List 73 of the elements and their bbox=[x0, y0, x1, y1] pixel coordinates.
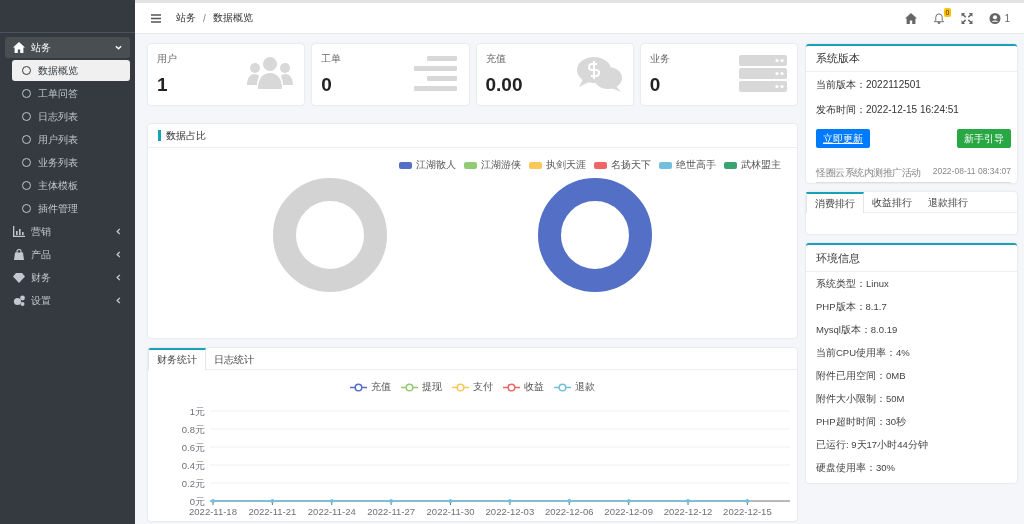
axis-tick-label: 2022-11-27 bbox=[367, 506, 416, 517]
axis-tick-label: 0.2元 bbox=[181, 477, 205, 489]
stat-label: 用户 bbox=[157, 52, 178, 66]
tab[interactable]: 收益排行 bbox=[864, 192, 920, 212]
tab[interactable]: 退款排行 bbox=[920, 192, 976, 212]
stat-label: 充值 bbox=[485, 52, 507, 66]
axis-tick-label: 2022-12-15 bbox=[723, 506, 772, 517]
axis-tick-label: 2022-12-12 bbox=[663, 506, 713, 517]
stat-value: 0.00 bbox=[485, 74, 523, 96]
submenu-item[interactable]: 数据概览 bbox=[12, 60, 130, 81]
legend-label[interactable]: 江湖散人 bbox=[416, 158, 456, 172]
axis-tick-label: 1元 bbox=[189, 405, 205, 417]
info-line: 系统类型：Linux bbox=[816, 278, 890, 291]
legend-label[interactable]: 充值 bbox=[371, 380, 391, 394]
submenu-item[interactable]: 日志列表 bbox=[12, 106, 130, 127]
submenu-item[interactable]: 业务列表 bbox=[12, 152, 130, 173]
legend-label[interactable]: 执剑天涯 bbox=[546, 158, 586, 172]
menu-item[interactable]: 营销 bbox=[5, 221, 130, 242]
notice-time: 2022-08-11 08:34:07 bbox=[932, 166, 1011, 178]
info-line: 当前CPU使用率：4% bbox=[816, 347, 911, 360]
legend-label[interactable]: 名扬天下 bbox=[611, 158, 651, 172]
axis-tick-label: 0.8元 bbox=[181, 423, 205, 435]
info-line: Mysql版本：8.0.19 bbox=[816, 324, 899, 337]
axis-tick-label: 2022-12-03 bbox=[485, 506, 535, 517]
legend-label[interactable]: 武林盟主 bbox=[741, 158, 781, 172]
axis-tick-label: 2022-11-30 bbox=[426, 506, 475, 517]
axis-tick-label: 2022-11-21 bbox=[248, 506, 297, 517]
notice-link[interactable]: 怪圈云系统内测推广活动 bbox=[816, 166, 921, 180]
menu-item[interactable]: 财务 bbox=[5, 267, 130, 288]
stat-value: 0 bbox=[321, 74, 332, 96]
axis-tick-label: 2022-12-06 bbox=[544, 506, 594, 517]
submenu-item[interactable]: 用户列表 bbox=[12, 129, 130, 150]
legend-label[interactable]: 绝世高手 bbox=[676, 158, 716, 172]
card-title: 数据占比 bbox=[166, 128, 206, 143]
stat-value: 0 bbox=[649, 74, 661, 96]
submenu-item[interactable]: 主体模板 bbox=[12, 175, 130, 196]
legend-label[interactable]: 支付 bbox=[473, 380, 493, 394]
info-line: 附件已用空间：0MB bbox=[816, 370, 907, 383]
card-title: 环境信息 bbox=[816, 250, 860, 266]
legend-label[interactable]: 江湖游侠 bbox=[481, 158, 521, 172]
axis-tick-label: 0.6元 bbox=[181, 441, 205, 453]
submenu-item[interactable]: 插件管理 bbox=[12, 198, 130, 219]
tab[interactable]: 财务统计 bbox=[148, 348, 206, 370]
info-line: 已运行: 9天17小时44分钟 bbox=[816, 439, 929, 452]
legend-label[interactable]: 提现 bbox=[422, 380, 442, 394]
card-title: 系统版本 bbox=[816, 51, 860, 66]
tab[interactable]: 消费排行 bbox=[806, 192, 864, 213]
stat-label: 工单 bbox=[321, 52, 343, 66]
axis-tick-label: 2022-12-09 bbox=[604, 506, 653, 517]
info-line: 附件大小限制：50M bbox=[816, 393, 906, 406]
breadcrumb-item: 数据概览 bbox=[212, 11, 253, 25]
stat-value: 1 bbox=[157, 74, 168, 96]
menu-item[interactable]: 产品 bbox=[5, 244, 130, 265]
info-line: PHP超时时间：30秒 bbox=[816, 416, 908, 429]
info-line: 当前版本：2022112501 bbox=[816, 78, 922, 92]
axis-tick-label: 0元 bbox=[189, 495, 205, 507]
info-line: 硬盘使用率：30% bbox=[816, 462, 896, 475]
breadcrumb-separator: / bbox=[203, 12, 206, 24]
submenu-item[interactable]: 工单问答 bbox=[12, 83, 130, 104]
tab[interactable]: 日志统计 bbox=[206, 348, 262, 369]
legend-label[interactable]: 退款 bbox=[575, 380, 595, 394]
breadcrumb-item[interactable]: 站务 bbox=[176, 11, 196, 25]
legend-label[interactable]: 收益 bbox=[524, 380, 544, 394]
info-line: 发布时间：2022-12-15 16:24:51 bbox=[816, 103, 960, 117]
update-button[interactable]: 立即更新 bbox=[816, 129, 870, 148]
user-name[interactable]: 1 bbox=[1004, 12, 1010, 24]
axis-tick-label: 2022-11-18 bbox=[189, 506, 237, 517]
info-line: PHP版本：8.1.7 bbox=[816, 301, 888, 314]
stat-label: 业务 bbox=[649, 52, 671, 66]
menu-item[interactable]: 站务 bbox=[5, 37, 130, 58]
menu-item[interactable]: 设置 bbox=[5, 290, 130, 311]
axis-tick-label: 2022-11-24 bbox=[307, 506, 356, 517]
axis-tick-label: 0.4元 bbox=[181, 459, 205, 471]
